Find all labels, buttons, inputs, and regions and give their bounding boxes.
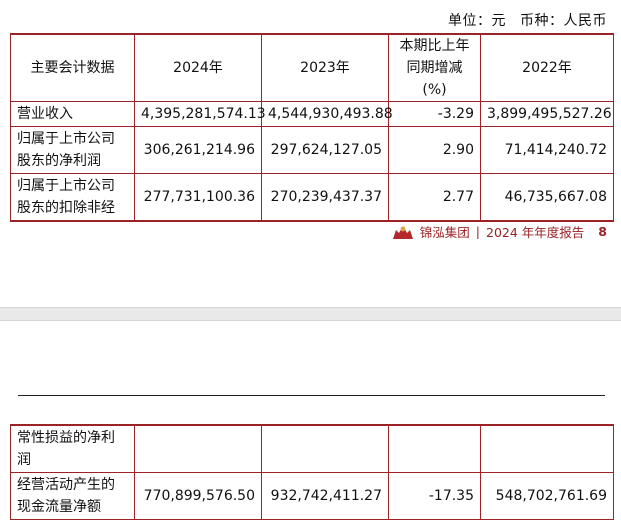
table-header-row: 主要会计数据 2024年 2023年 本期比上年 同期增减(%) 2022年	[10, 33, 614, 102]
table-row: 归属于上市公司 股东的净利润 306,261,214.96 297,624,12…	[10, 126, 614, 174]
cell-2023	[261, 424, 389, 473]
cell-2022: 548,702,761.69	[480, 472, 614, 520]
cell-2022: 3,899,495,527.26	[480, 101, 614, 127]
cell-2024: 306,261,214.96	[134, 126, 262, 174]
cell-change	[388, 424, 481, 473]
cell-2024	[134, 424, 262, 473]
cell-2023: 297,624,127.05	[261, 126, 389, 174]
cell-2023: 932,742,411.27	[261, 472, 389, 520]
cell-change: -17.35	[388, 472, 481, 520]
cell-2022	[480, 424, 614, 473]
cell-2024: 770,899,576.50	[134, 472, 262, 520]
page-break-gap	[0, 307, 621, 321]
row-label-line2: 现金流量净额	[17, 499, 101, 515]
header-cell: 2022年	[480, 33, 614, 102]
page-footer: 锦泓集团 | 2024 年年度报告 8	[390, 222, 607, 241]
currency-label: 币种：人民币	[520, 13, 607, 29]
cell-2022: 71,414,240.72	[480, 126, 614, 174]
table-row: 经营活动产生的 现金流量净额 770,899,576.50 932,742,41…	[10, 472, 614, 520]
footer-separator: |	[475, 224, 480, 239]
row-label-line1: 归属于上市公司	[17, 131, 115, 147]
row-label: 归属于上市公司 股东的扣除非经	[10, 173, 135, 222]
row-label-line2: 润	[17, 452, 31, 468]
header-cell-change: 本期比上年 同期增减(%)	[388, 33, 481, 102]
page-number: 8	[598, 224, 607, 239]
footer-brand: 锦泓集团	[419, 225, 470, 240]
cell-2023: 4,544,930,493.88	[261, 101, 393, 127]
table-row: 常性损益的净利 润	[10, 424, 614, 473]
cell-2023: 270,239,437.37	[261, 173, 389, 222]
row-label: 常性损益的净利 润	[10, 424, 135, 473]
cell-2024: 277,731,100.36	[134, 173, 262, 222]
financial-data-table-continued: 常性损益的净利 润 经营活动产生的 现金流量净额 770,899,576.50 …	[10, 424, 614, 520]
row-label-line2: 股东的扣除非经	[17, 200, 115, 216]
page-header-rule	[18, 395, 605, 396]
row-label-line1: 经营活动产生的	[17, 477, 115, 493]
header-cell: 主要会计数据	[10, 33, 135, 102]
cell-change: -3.29	[388, 101, 481, 127]
cell-change: 2.77	[388, 173, 481, 222]
cell-2024: 4,395,281,574.13	[134, 101, 266, 127]
table-row: 归属于上市公司 股东的扣除非经 277,731,100.36 270,239,4…	[10, 173, 614, 222]
row-label: 归属于上市公司 股东的净利润	[10, 126, 135, 174]
header-change-line1: 本期比上年	[399, 38, 470, 54]
row-label-line1: 常性损益的净利	[17, 430, 115, 446]
unit-line: 单位：元 币种：人民币	[434, 10, 607, 30]
brand-logo-icon	[392, 225, 413, 239]
cell-2022: 46,735,667.08	[480, 173, 614, 222]
footer-report-title: 2024 年年度报告	[486, 225, 585, 240]
financial-data-table: 主要会计数据 2024年 2023年 本期比上年 同期增减(%) 2022年 营…	[10, 33, 614, 222]
row-label-line2: 股东的净利润	[17, 153, 101, 169]
row-label-line1: 归属于上市公司	[17, 178, 115, 194]
row-label: 经营活动产生的 现金流量净额	[10, 472, 135, 520]
header-cell: 2024年	[134, 33, 262, 102]
row-label: 营业收入	[10, 101, 135, 127]
header-change-line2: 同期增减(%)	[406, 60, 463, 98]
unit-label: 单位：元	[448, 13, 506, 29]
table-row: 营业收入 4,395,281,574.13 4,544,930,493.88 -…	[10, 101, 614, 127]
header-cell: 2023年	[261, 33, 389, 102]
cell-change: 2.90	[388, 126, 481, 174]
